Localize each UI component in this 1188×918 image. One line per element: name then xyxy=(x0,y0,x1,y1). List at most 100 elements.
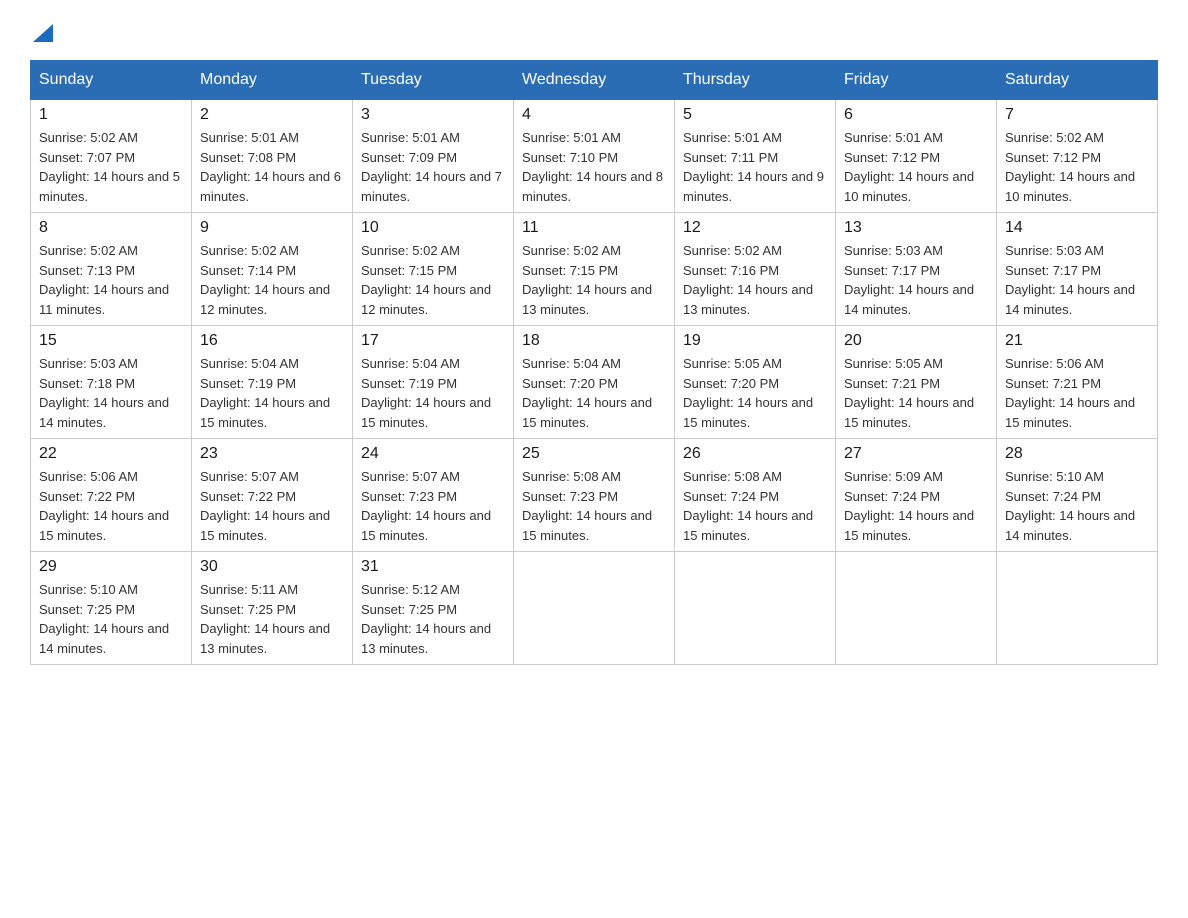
day-info: Sunrise: 5:10 AM Sunset: 7:25 PM Dayligh… xyxy=(39,580,183,658)
weekday-header-thursday: Thursday xyxy=(675,61,836,100)
day-number: 14 xyxy=(1005,219,1149,237)
calendar-week-1: 1 Sunrise: 5:02 AM Sunset: 7:07 PM Dayli… xyxy=(31,100,1158,213)
calendar-week-3: 15 Sunrise: 5:03 AM Sunset: 7:18 PM Dayl… xyxy=(31,326,1158,439)
day-number: 23 xyxy=(200,445,344,463)
day-info: Sunrise: 5:02 AM Sunset: 7:12 PM Dayligh… xyxy=(1005,128,1149,206)
day-info: Sunrise: 5:06 AM Sunset: 7:21 PM Dayligh… xyxy=(1005,354,1149,432)
day-info: Sunrise: 5:07 AM Sunset: 7:23 PM Dayligh… xyxy=(361,467,505,545)
day-info: Sunrise: 5:02 AM Sunset: 7:14 PM Dayligh… xyxy=(200,241,344,319)
day-number: 20 xyxy=(844,332,988,350)
day-number: 30 xyxy=(200,558,344,576)
logo xyxy=(30,20,53,42)
calendar-cell xyxy=(997,552,1158,665)
day-info: Sunrise: 5:02 AM Sunset: 7:07 PM Dayligh… xyxy=(39,128,183,206)
calendar-cell: 30 Sunrise: 5:11 AM Sunset: 7:25 PM Dayl… xyxy=(192,552,353,665)
logo-icon xyxy=(33,20,53,42)
day-number: 7 xyxy=(1005,106,1149,124)
calendar-cell: 6 Sunrise: 5:01 AM Sunset: 7:12 PM Dayli… xyxy=(836,100,997,213)
calendar-cell: 16 Sunrise: 5:04 AM Sunset: 7:19 PM Dayl… xyxy=(192,326,353,439)
calendar-table: SundayMondayTuesdayWednesdayThursdayFrid… xyxy=(30,60,1158,665)
day-number: 28 xyxy=(1005,445,1149,463)
calendar-cell: 29 Sunrise: 5:10 AM Sunset: 7:25 PM Dayl… xyxy=(31,552,192,665)
weekday-header-wednesday: Wednesday xyxy=(514,61,675,100)
calendar-cell: 19 Sunrise: 5:05 AM Sunset: 7:20 PM Dayl… xyxy=(675,326,836,439)
calendar-cell: 14 Sunrise: 5:03 AM Sunset: 7:17 PM Dayl… xyxy=(997,213,1158,326)
day-number: 27 xyxy=(844,445,988,463)
day-number: 31 xyxy=(361,558,505,576)
calendar-cell: 24 Sunrise: 5:07 AM Sunset: 7:23 PM Dayl… xyxy=(353,439,514,552)
day-number: 16 xyxy=(200,332,344,350)
calendar-cell: 4 Sunrise: 5:01 AM Sunset: 7:10 PM Dayli… xyxy=(514,100,675,213)
calendar-cell: 21 Sunrise: 5:06 AM Sunset: 7:21 PM Dayl… xyxy=(997,326,1158,439)
day-info: Sunrise: 5:08 AM Sunset: 7:23 PM Dayligh… xyxy=(522,467,666,545)
calendar-cell: 27 Sunrise: 5:09 AM Sunset: 7:24 PM Dayl… xyxy=(836,439,997,552)
calendar-cell: 17 Sunrise: 5:04 AM Sunset: 7:19 PM Dayl… xyxy=(353,326,514,439)
calendar-cell: 12 Sunrise: 5:02 AM Sunset: 7:16 PM Dayl… xyxy=(675,213,836,326)
day-number: 3 xyxy=(361,106,505,124)
day-info: Sunrise: 5:07 AM Sunset: 7:22 PM Dayligh… xyxy=(200,467,344,545)
day-number: 29 xyxy=(39,558,183,576)
day-info: Sunrise: 5:08 AM Sunset: 7:24 PM Dayligh… xyxy=(683,467,827,545)
calendar-cell: 20 Sunrise: 5:05 AM Sunset: 7:21 PM Dayl… xyxy=(836,326,997,439)
day-number: 1 xyxy=(39,106,183,124)
calendar-week-4: 22 Sunrise: 5:06 AM Sunset: 7:22 PM Dayl… xyxy=(31,439,1158,552)
day-info: Sunrise: 5:03 AM Sunset: 7:17 PM Dayligh… xyxy=(1005,241,1149,319)
calendar-cell: 3 Sunrise: 5:01 AM Sunset: 7:09 PM Dayli… xyxy=(353,100,514,213)
day-number: 2 xyxy=(200,106,344,124)
calendar-cell: 1 Sunrise: 5:02 AM Sunset: 7:07 PM Dayli… xyxy=(31,100,192,213)
day-number: 24 xyxy=(361,445,505,463)
calendar-cell: 9 Sunrise: 5:02 AM Sunset: 7:14 PM Dayli… xyxy=(192,213,353,326)
day-info: Sunrise: 5:03 AM Sunset: 7:17 PM Dayligh… xyxy=(844,241,988,319)
day-number: 10 xyxy=(361,219,505,237)
day-number: 25 xyxy=(522,445,666,463)
day-info: Sunrise: 5:05 AM Sunset: 7:20 PM Dayligh… xyxy=(683,354,827,432)
calendar-cell: 23 Sunrise: 5:07 AM Sunset: 7:22 PM Dayl… xyxy=(192,439,353,552)
calendar-week-5: 29 Sunrise: 5:10 AM Sunset: 7:25 PM Dayl… xyxy=(31,552,1158,665)
calendar-cell xyxy=(514,552,675,665)
day-number: 22 xyxy=(39,445,183,463)
day-info: Sunrise: 5:11 AM Sunset: 7:25 PM Dayligh… xyxy=(200,580,344,658)
day-info: Sunrise: 5:03 AM Sunset: 7:18 PM Dayligh… xyxy=(39,354,183,432)
day-info: Sunrise: 5:04 AM Sunset: 7:20 PM Dayligh… xyxy=(522,354,666,432)
day-number: 9 xyxy=(200,219,344,237)
day-info: Sunrise: 5:01 AM Sunset: 7:09 PM Dayligh… xyxy=(361,128,505,206)
day-info: Sunrise: 5:02 AM Sunset: 7:13 PM Dayligh… xyxy=(39,241,183,319)
day-info: Sunrise: 5:06 AM Sunset: 7:22 PM Dayligh… xyxy=(39,467,183,545)
day-info: Sunrise: 5:01 AM Sunset: 7:08 PM Dayligh… xyxy=(200,128,344,206)
day-number: 19 xyxy=(683,332,827,350)
day-number: 26 xyxy=(683,445,827,463)
day-info: Sunrise: 5:01 AM Sunset: 7:11 PM Dayligh… xyxy=(683,128,827,206)
page-header xyxy=(30,20,1158,42)
calendar-week-2: 8 Sunrise: 5:02 AM Sunset: 7:13 PM Dayli… xyxy=(31,213,1158,326)
day-number: 4 xyxy=(522,106,666,124)
calendar-cell: 26 Sunrise: 5:08 AM Sunset: 7:24 PM Dayl… xyxy=(675,439,836,552)
day-info: Sunrise: 5:02 AM Sunset: 7:15 PM Dayligh… xyxy=(361,241,505,319)
day-number: 15 xyxy=(39,332,183,350)
weekday-header-sunday: Sunday xyxy=(31,61,192,100)
day-info: Sunrise: 5:01 AM Sunset: 7:10 PM Dayligh… xyxy=(522,128,666,206)
calendar-cell: 10 Sunrise: 5:02 AM Sunset: 7:15 PM Dayl… xyxy=(353,213,514,326)
weekday-header-friday: Friday xyxy=(836,61,997,100)
calendar-cell: 22 Sunrise: 5:06 AM Sunset: 7:22 PM Dayl… xyxy=(31,439,192,552)
day-number: 18 xyxy=(522,332,666,350)
day-info: Sunrise: 5:02 AM Sunset: 7:16 PM Dayligh… xyxy=(683,241,827,319)
calendar-cell: 5 Sunrise: 5:01 AM Sunset: 7:11 PM Dayli… xyxy=(675,100,836,213)
weekday-header-monday: Monday xyxy=(192,61,353,100)
day-info: Sunrise: 5:04 AM Sunset: 7:19 PM Dayligh… xyxy=(200,354,344,432)
calendar-cell: 11 Sunrise: 5:02 AM Sunset: 7:15 PM Dayl… xyxy=(514,213,675,326)
day-info: Sunrise: 5:09 AM Sunset: 7:24 PM Dayligh… xyxy=(844,467,988,545)
calendar-cell: 7 Sunrise: 5:02 AM Sunset: 7:12 PM Dayli… xyxy=(997,100,1158,213)
day-info: Sunrise: 5:02 AM Sunset: 7:15 PM Dayligh… xyxy=(522,241,666,319)
day-number: 6 xyxy=(844,106,988,124)
day-info: Sunrise: 5:10 AM Sunset: 7:24 PM Dayligh… xyxy=(1005,467,1149,545)
day-number: 13 xyxy=(844,219,988,237)
weekday-header-tuesday: Tuesday xyxy=(353,61,514,100)
day-info: Sunrise: 5:12 AM Sunset: 7:25 PM Dayligh… xyxy=(361,580,505,658)
calendar-cell: 8 Sunrise: 5:02 AM Sunset: 7:13 PM Dayli… xyxy=(31,213,192,326)
day-number: 21 xyxy=(1005,332,1149,350)
day-number: 8 xyxy=(39,219,183,237)
calendar-cell: 18 Sunrise: 5:04 AM Sunset: 7:20 PM Dayl… xyxy=(514,326,675,439)
calendar-cell: 2 Sunrise: 5:01 AM Sunset: 7:08 PM Dayli… xyxy=(192,100,353,213)
calendar-cell xyxy=(836,552,997,665)
day-info: Sunrise: 5:01 AM Sunset: 7:12 PM Dayligh… xyxy=(844,128,988,206)
